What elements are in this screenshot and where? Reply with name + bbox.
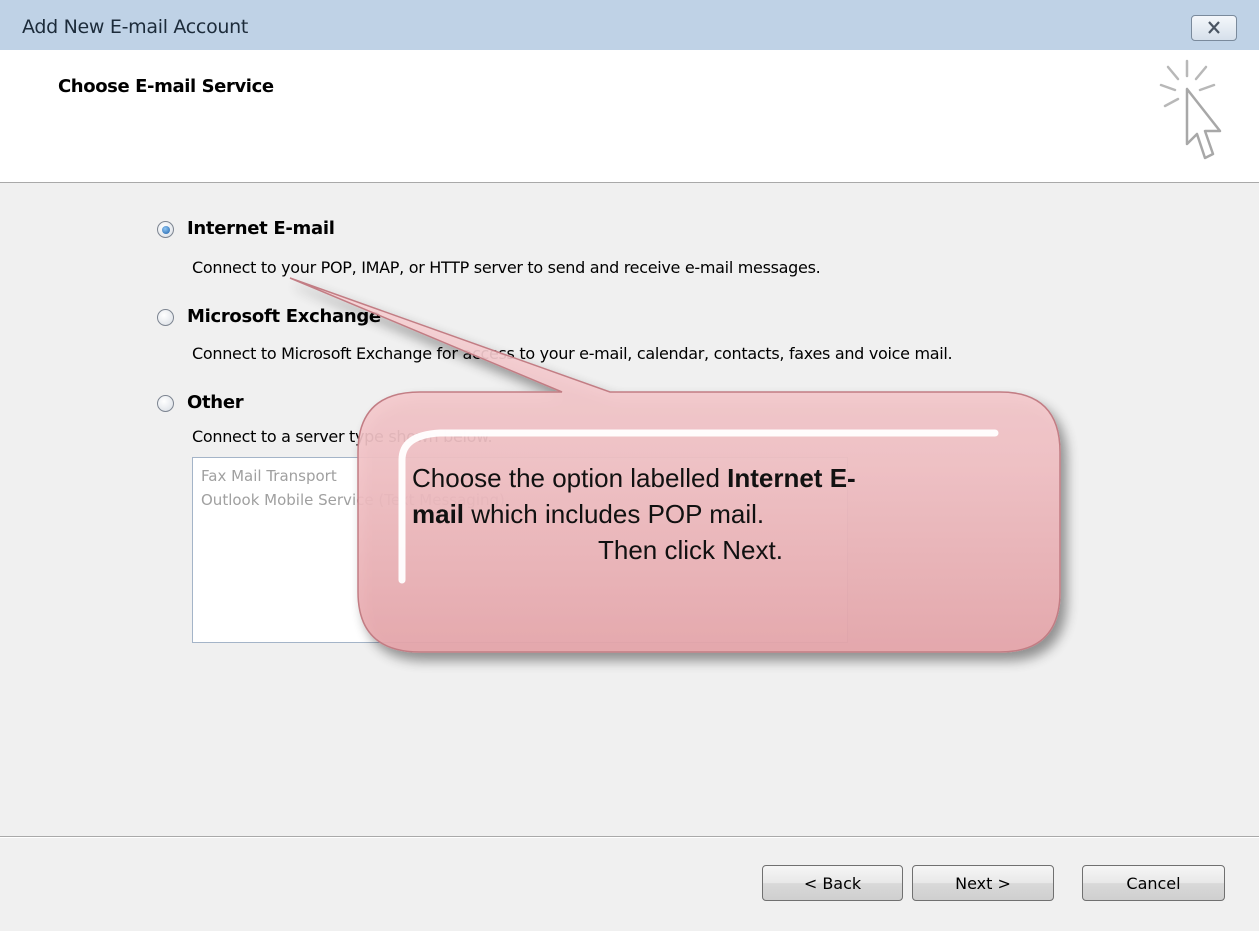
- callout-text: Choose the option labelled Internet E- m…: [412, 460, 972, 565]
- wizard-header: Choose E-mail Service: [0, 50, 1259, 183]
- list-item[interactable]: Fax Mail Transport: [201, 467, 337, 485]
- sparkle-cursor-icon: [1159, 59, 1222, 160]
- title-bar: Add New E-mail Account: [0, 0, 1259, 50]
- page-title: Choose E-mail Service: [58, 76, 274, 97]
- next-button[interactable]: Next >: [912, 865, 1054, 901]
- radio-internet-email[interactable]: [157, 221, 174, 238]
- callout-instruction: Then click Next.: [598, 535, 783, 565]
- cancel-button[interactable]: Cancel: [1082, 865, 1225, 901]
- option-label[interactable]: Microsoft Exchange: [187, 306, 381, 327]
- callout-text-suffix: which includes POP mail.: [464, 499, 765, 529]
- add-email-account-dialog: Add New E-mail Account Choose E-mail Ser…: [0, 0, 1259, 931]
- back-button[interactable]: < Back: [762, 865, 903, 901]
- callout-bold-2: mail: [412, 499, 465, 529]
- option-description: Connect to a server type shown below.: [192, 427, 493, 446]
- option-description: Connect to Microsoft Exchange for access…: [192, 344, 953, 363]
- callout-bold-1: Internet E-: [727, 463, 856, 493]
- radio-microsoft-exchange[interactable]: [157, 309, 174, 326]
- window-title: Add New E-mail Account: [22, 16, 249, 38]
- option-description: Connect to your POP, IMAP, or HTTP serve…: [192, 258, 821, 277]
- radio-other[interactable]: [157, 395, 174, 412]
- footer-divider: [0, 836, 1259, 838]
- option-label[interactable]: Internet E-mail: [187, 218, 335, 239]
- close-button[interactable]: [1191, 15, 1237, 41]
- callout-text-prefix: Choose the option labelled: [412, 463, 728, 493]
- option-label[interactable]: Other: [187, 392, 244, 413]
- close-icon: [1208, 21, 1220, 34]
- radio-selected-dot: [161, 225, 170, 234]
